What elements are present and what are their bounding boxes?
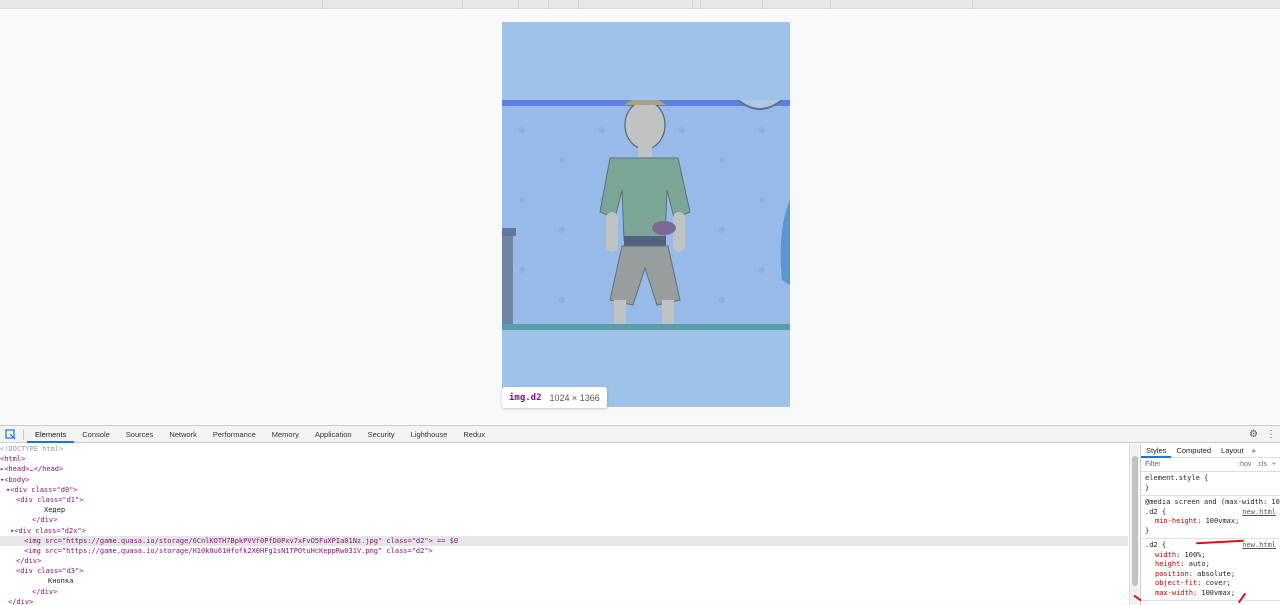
styles-pane: Styles Computed Layout » Filter :hov .cl…	[1140, 444, 1280, 605]
tab-performance[interactable]: Performance	[205, 426, 264, 443]
dom-node[interactable]: <img src="https://game.quasa.io/storage/…	[0, 546, 1128, 556]
style-property[interactable]: object-fit: cover;	[1141, 579, 1280, 589]
rule-selector: @media screen and (max-width: 1025px)	[1145, 498, 1280, 506]
property-name: object-fit	[1155, 579, 1198, 587]
dom-node[interactable]: Хедер	[0, 505, 1128, 515]
dom-node[interactable]: <!DOCTYPE html>	[0, 444, 1128, 454]
property-name: min-height	[1155, 517, 1198, 525]
tab-layout[interactable]: Layout	[1216, 444, 1249, 458]
tooltip-tag: img.d2	[509, 392, 542, 403]
dom-node[interactable]: <div class="d3">	[0, 566, 1128, 576]
style-rule: @media screen and (max-width: 1025px).d2…	[1141, 496, 1280, 539]
tab-sources[interactable]: Sources	[118, 426, 162, 443]
tab-memory[interactable]: Memory	[264, 426, 307, 443]
style-rule: element.style {}	[1141, 472, 1280, 496]
property-value: auto;	[1188, 560, 1210, 568]
element-tooltip: img.d2 1024 × 1366	[502, 387, 607, 408]
dom-node[interactable]: ▾<div class="d0">	[0, 485, 1128, 495]
rule-selector: element.style {	[1145, 474, 1209, 482]
property-value: absolute;	[1197, 569, 1236, 578]
tab-network[interactable]: Network	[161, 426, 205, 443]
dom-node[interactable]: </div>	[0, 587, 1128, 597]
class-toggle-button[interactable]: .cls	[1256, 461, 1267, 468]
property-name: max-width	[1155, 588, 1193, 597]
rule-source-link[interactable]: new.html	[1242, 541, 1276, 551]
rule-source-link[interactable]: new.html	[1242, 508, 1276, 518]
tab-elements[interactable]: Elements	[27, 426, 75, 443]
more-options-icon[interactable]: ⋮	[1266, 429, 1276, 440]
property-name: width	[1155, 550, 1177, 559]
style-rule: .d2 {new.html width: 100%; height: auto; po…	[1141, 539, 1280, 601]
style-property[interactable]: min-height: 100vmax;	[1141, 517, 1280, 527]
property-value: cover;	[1205, 579, 1231, 587]
hover-state-button[interactable]: :hov	[1238, 461, 1251, 468]
dom-node[interactable]: <img src="https://game.quasa.io/storage/…	[0, 535, 1128, 546]
dom-node[interactable]: </div>	[0, 515, 1128, 525]
style-property[interactable]: width: 100%;	[1141, 551, 1280, 561]
browser-top-bar	[0, 0, 1280, 9]
tab-styles[interactable]: Styles	[1141, 444, 1172, 458]
dom-tree: <!DOCTYPE html> <html> ▸<head>…</head> ▾<bo…	[0, 444, 1128, 605]
dom-node[interactable]: </div>	[0, 556, 1128, 566]
inspect-element-icon[interactable]	[0, 426, 20, 443]
element-highlight-overlay	[502, 100, 790, 330]
tab-console[interactable]: Console	[74, 426, 118, 443]
dom-node[interactable]: ▸<head>…</head>	[0, 464, 1128, 474]
property-value: 100vmax;	[1205, 517, 1240, 525]
dom-node[interactable]: Кнопка	[0, 576, 1128, 586]
style-property[interactable]: position: absolute;	[1141, 570, 1280, 580]
style-rules: element.style {} @media screen and (max-w…	[1141, 472, 1280, 601]
style-property[interactable]: height: auto;	[1141, 560, 1280, 570]
devtools-controls: ⚙ ⋮	[1249, 426, 1276, 443]
property-value: 100%;	[1184, 550, 1206, 559]
tab-security[interactable]: Security	[360, 426, 403, 443]
devtools-panel: Elements Console Sources Network Performance…	[0, 425, 1280, 605]
tab-application[interactable]: Application	[307, 426, 360, 443]
tab-lighthouse[interactable]: Lighthouse	[403, 426, 456, 443]
scrollbar-thumb[interactable]	[1132, 456, 1138, 586]
dom-node[interactable]: ▾<body>	[0, 475, 1128, 485]
rule-close-brace: }	[1145, 526, 1150, 535]
property-name: position	[1155, 569, 1189, 578]
dom-node[interactable]: <html>	[0, 454, 1128, 464]
devtools-tabbar: Elements Console Sources Network Performance…	[0, 426, 1280, 443]
new-rule-button[interactable]: +	[1272, 461, 1276, 468]
highlighted-image-element[interactable]	[502, 22, 790, 407]
settings-icon[interactable]: ⚙	[1249, 429, 1258, 440]
styles-tabs: Styles Computed Layout »	[1141, 444, 1280, 458]
tooltip-dimensions: 1024 × 1366	[549, 392, 600, 403]
style-property[interactable]: max-width: 100vmax;	[1141, 589, 1280, 599]
rule-close-brace: }	[1145, 483, 1150, 492]
dom-node[interactable]: <div class="d1">	[0, 495, 1128, 505]
rule-subselector: .d2 {new.html	[1145, 507, 1276, 518]
dom-scrollbar[interactable]	[1129, 444, 1139, 605]
styles-filter-input[interactable]: Filter	[1145, 461, 1161, 468]
property-name: height	[1155, 560, 1181, 568]
more-tabs-icon[interactable]: »	[1249, 444, 1259, 458]
dom-node[interactable]: ▾<div class="d2x">	[0, 526, 1128, 536]
tabbar-separator	[23, 428, 24, 440]
property-value: 100vmax;	[1201, 588, 1236, 597]
tab-redux[interactable]: Redux	[455, 426, 493, 443]
styles-filter-bar: Filter :hov .cls +	[1141, 458, 1280, 472]
tab-computed[interactable]: Computed	[1171, 444, 1216, 458]
devtools-tabs: Elements Console Sources Network Performance…	[27, 426, 493, 443]
